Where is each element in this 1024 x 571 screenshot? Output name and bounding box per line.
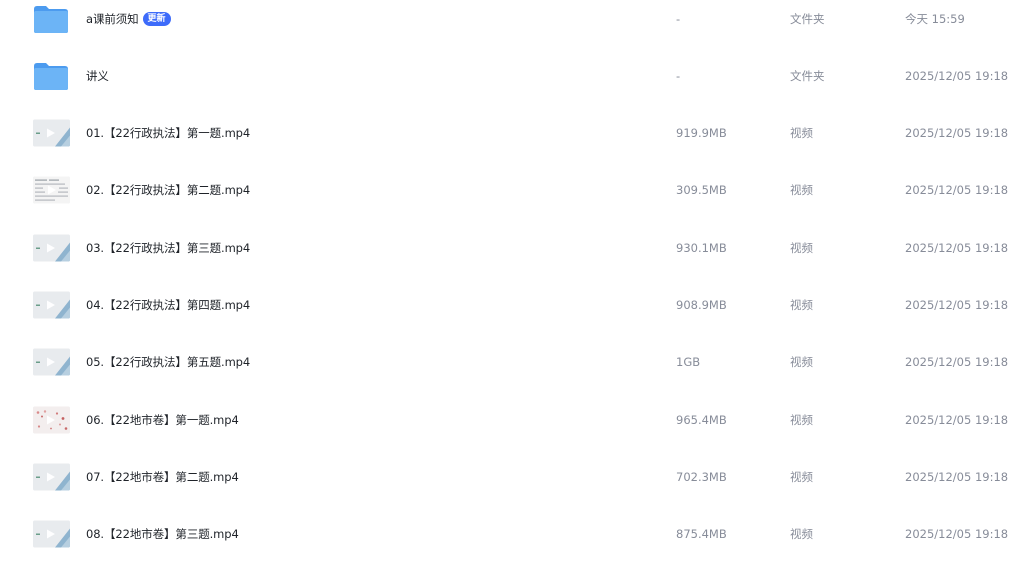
file-name[interactable]: a课前须知 — [86, 11, 139, 27]
file-row[interactable]: 06.【22地市卷】第一题.mp4 965.4MB 视频 2025/12/05 … — [0, 391, 1024, 448]
file-type: 文件夹 — [790, 11, 825, 26]
file-name-wrap: a课前须知 更新 — [86, 11, 171, 27]
file-name-wrap: 06.【22地市卷】第一题.mp4 — [86, 412, 239, 428]
file-type: 视频 — [790, 125, 813, 140]
file-type: 视频 — [790, 412, 813, 427]
video-thumbnail-icon — [33, 348, 70, 375]
update-badge: 更新 — [142, 11, 171, 26]
file-modified-time: 2025/12/05 19:18 — [905, 412, 1009, 427]
file-name-wrap: 04.【22行政执法】第四题.mp4 — [86, 297, 250, 313]
file-row[interactable]: 02.【22行政执法】第二题.mp4 309.5MB 视频 2025/12/05… — [0, 161, 1024, 218]
file-type: 视频 — [790, 526, 813, 541]
file-size: 965.4MB — [676, 412, 727, 427]
file-size: 1GB — [676, 354, 701, 369]
file-name[interactable]: 讲义 — [86, 68, 109, 84]
file-type: 视频 — [790, 354, 813, 369]
file-modified-time: 2025/12/05 19:18 — [905, 297, 1009, 312]
file-modified-time: 2025/12/05 19:18 — [905, 526, 1009, 541]
file-name-wrap: 讲义 — [86, 68, 109, 84]
video-thumbnail-icon — [33, 406, 70, 433]
file-name-wrap: 05.【22行政执法】第五题.mp4 — [86, 354, 250, 370]
file-size: - — [676, 68, 681, 83]
file-name-wrap: 08.【22地市卷】第三题.mp4 — [86, 526, 239, 542]
file-size: - — [676, 11, 681, 26]
file-modified-time: 2025/12/05 19:18 — [905, 469, 1009, 484]
file-size: 702.3MB — [676, 469, 727, 484]
file-name[interactable]: 04.【22行政执法】第四题.mp4 — [86, 297, 250, 313]
file-type: 视频 — [790, 469, 813, 484]
file-type: 视频 — [790, 240, 813, 255]
file-modified-time: 2025/12/05 19:18 — [905, 240, 1009, 255]
file-name[interactable]: 01.【22行政执法】第一题.mp4 — [86, 125, 250, 141]
video-thumbnail-icon — [33, 520, 70, 547]
file-type: 视频 — [790, 297, 813, 312]
file-size: 930.1MB — [676, 240, 727, 255]
file-type: 文件夹 — [790, 68, 825, 83]
file-row[interactable]: 05.【22行政执法】第五题.mp4 1GB 视频 2025/12/05 19:… — [0, 333, 1024, 390]
file-modified-time: 今天 15:59 — [905, 11, 965, 26]
file-modified-time: 2025/12/05 19:18 — [905, 182, 1009, 197]
file-row[interactable]: 04.【22行政执法】第四题.mp4 908.9MB 视频 2025/12/05… — [0, 276, 1024, 333]
video-thumbnail-icon — [33, 119, 70, 146]
file-name-wrap: 01.【22行政执法】第一题.mp4 — [86, 125, 250, 141]
file-modified-time: 2025/12/05 19:18 — [905, 125, 1009, 140]
folder-icon — [34, 5, 68, 33]
file-name[interactable]: 03.【22行政执法】第三题.mp4 — [86, 240, 250, 256]
file-modified-time: 2025/12/05 19:18 — [905, 354, 1009, 369]
file-name[interactable]: 06.【22地市卷】第一题.mp4 — [86, 412, 239, 428]
file-row[interactable]: 01.【22行政执法】第一题.mp4 919.9MB 视频 2025/12/05… — [0, 104, 1024, 161]
file-row[interactable]: 03.【22行政执法】第三题.mp4 930.1MB 视频 2025/12/05… — [0, 219, 1024, 276]
video-thumbnail-icon — [33, 234, 70, 261]
file-name[interactable]: 08.【22地市卷】第三题.mp4 — [86, 526, 239, 542]
file-type: 视频 — [790, 182, 813, 197]
file-row[interactable]: 08.【22地市卷】第三题.mp4 875.4MB 视频 2025/12/05 … — [0, 505, 1024, 562]
video-thumbnail-icon — [33, 463, 70, 490]
file-row[interactable]: a课前须知 更新 - 文件夹 今天 15:59 — [0, 0, 1024, 47]
file-size: 908.9MB — [676, 297, 727, 312]
file-row[interactable]: 讲义 - 文件夹 2025/12/05 19:18 — [0, 47, 1024, 104]
file-size: 919.9MB — [676, 125, 727, 140]
file-name-wrap: 02.【22行政执法】第二题.mp4 — [86, 182, 250, 198]
file-name[interactable]: 02.【22行政执法】第二题.mp4 — [86, 182, 250, 198]
file-name[interactable]: 05.【22行政执法】第五题.mp4 — [86, 354, 250, 370]
file-size: 875.4MB — [676, 526, 727, 541]
file-name-wrap: 07.【22地市卷】第二题.mp4 — [86, 469, 239, 485]
video-thumbnail-icon — [33, 291, 70, 318]
file-modified-time: 2025/12/05 19:18 — [905, 68, 1009, 83]
folder-icon — [34, 62, 68, 90]
video-thumbnail-icon — [33, 176, 70, 203]
file-row[interactable]: 07.【22地市卷】第二题.mp4 702.3MB 视频 2025/12/05 … — [0, 448, 1024, 505]
file-name[interactable]: 07.【22地市卷】第二题.mp4 — [86, 469, 239, 485]
file-list: a课前须知 更新 - 文件夹 今天 15:59 讲义 - 文件夹 2025/12… — [0, 0, 1024, 571]
file-name-wrap: 03.【22行政执法】第三题.mp4 — [86, 240, 250, 256]
file-size: 309.5MB — [676, 182, 727, 197]
